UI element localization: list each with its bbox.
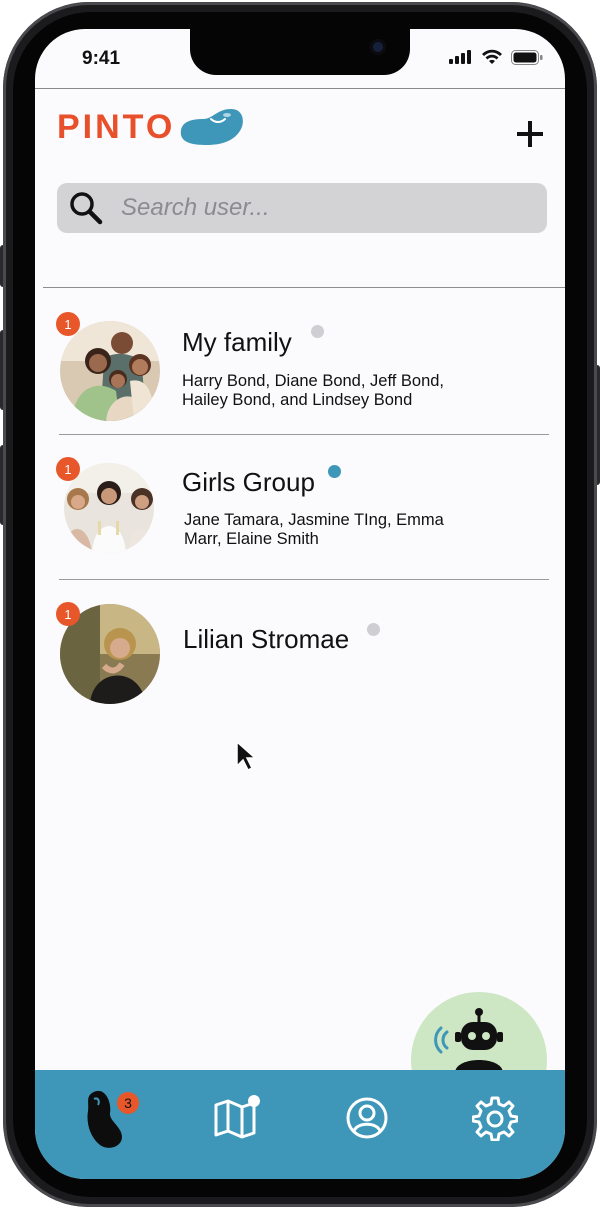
settings-gear-icon — [472, 1096, 518, 1141]
group-avatar — [60, 321, 160, 421]
chat-members: Jane Tamara, Jasmine TIng, Emma Marr, El… — [184, 511, 444, 548]
app-screen: 9:41 PINTO Search user... 1 My family Ha… — [35, 29, 565, 1179]
row-divider — [59, 434, 549, 435]
wifi-icon — [482, 49, 502, 64]
tab-settings[interactable] — [465, 1088, 525, 1148]
chat-name: Lilian Stromae — [183, 624, 350, 654]
chat-members: Harry Bond, Diane Bond, Jeff Bond, Haile… — [182, 372, 445, 409]
chat-name: Girls Group — [182, 467, 315, 497]
map-icon — [214, 1095, 260, 1139]
add-chat-button[interactable] — [515, 119, 545, 149]
unread-badge: 1 — [56, 312, 80, 336]
battery-icon — [511, 49, 543, 65]
unread-badge: 1 — [56, 457, 80, 481]
status-icons — [449, 49, 543, 65]
bottom-tab-bar: 3 — [35, 1070, 565, 1179]
signal-icon — [449, 50, 471, 64]
bean-logo-icon — [181, 109, 244, 145]
status-dot-offline — [311, 325, 324, 338]
tab-profile[interactable] — [337, 1088, 397, 1148]
status-time: 9:41 — [82, 48, 121, 69]
notch — [190, 29, 410, 75]
search-input[interactable] — [119, 193, 503, 223]
logo-text: PINTO — [57, 107, 176, 146]
status-dot-online — [328, 465, 341, 478]
status-dot-offline — [367, 623, 380, 636]
chat-name: My family — [182, 327, 292, 357]
plus-icon — [517, 121, 543, 147]
search-icon — [70, 192, 103, 225]
profile-icon — [346, 1097, 388, 1139]
list-top-divider — [43, 287, 565, 288]
tab-map[interactable] — [205, 1088, 265, 1148]
group-avatar — [64, 463, 154, 553]
unread-badge: 1 — [56, 602, 80, 626]
mouse-cursor-icon — [236, 740, 257, 772]
row-divider — [59, 579, 549, 580]
top-divider — [35, 88, 565, 89]
camera-dot — [370, 39, 386, 55]
chats-badge: 3 — [117, 1092, 139, 1114]
search-bar[interactable] — [57, 183, 547, 233]
app-logo: PINTO — [57, 105, 245, 149]
tab-chats[interactable]: 3 — [77, 1088, 139, 1148]
